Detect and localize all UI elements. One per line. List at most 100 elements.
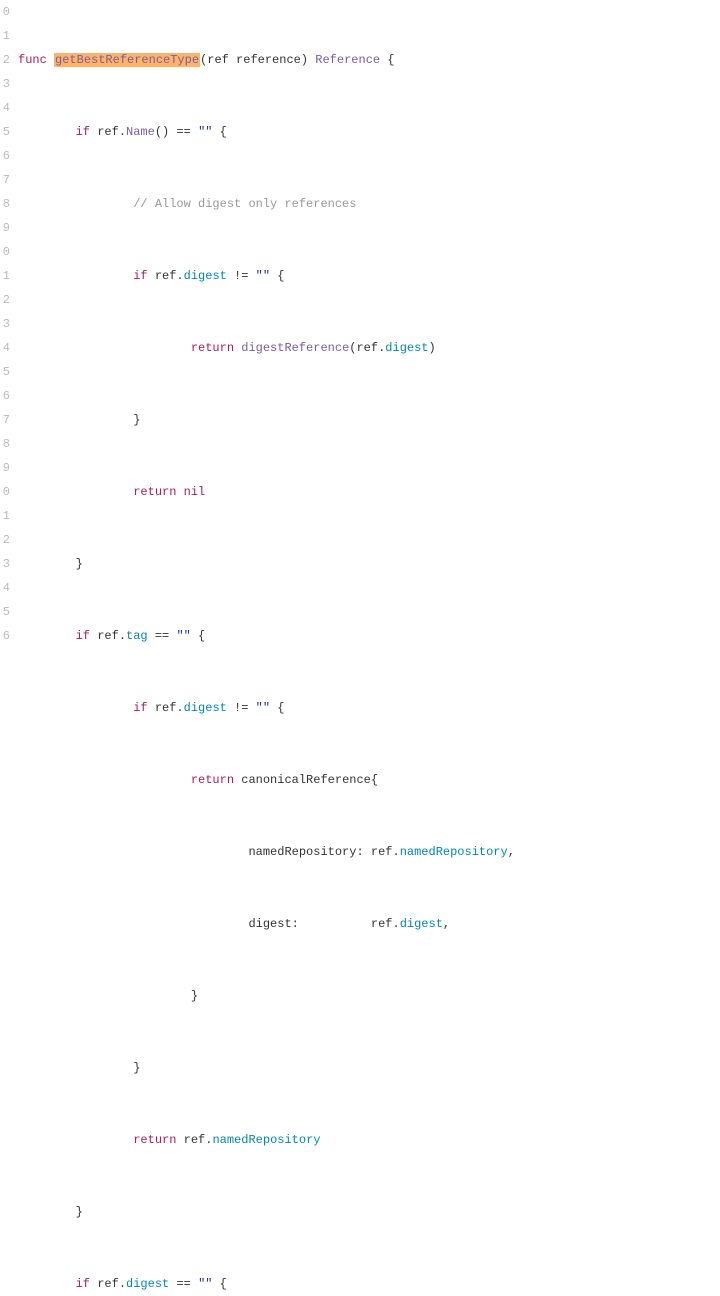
code-line: digest: ref.digest, bbox=[18, 912, 720, 936]
code-line: if ref.digest != "" { bbox=[18, 264, 720, 288]
line-number: 2 bbox=[0, 48, 10, 72]
op: () == bbox=[155, 125, 198, 139]
indent bbox=[18, 773, 191, 787]
ws bbox=[47, 53, 54, 67]
code-line: return digestReference(ref.digest) bbox=[18, 336, 720, 360]
code-line: if ref.tag == "" { bbox=[18, 624, 720, 648]
call-digestReference: digestReference bbox=[241, 341, 349, 355]
comment: // Allow digest only references bbox=[133, 197, 356, 211]
param: ref reference bbox=[207, 53, 301, 67]
code-line: } bbox=[18, 552, 720, 576]
obj: ref. bbox=[155, 701, 184, 715]
brace: { bbox=[212, 1277, 226, 1291]
comma: , bbox=[508, 845, 515, 859]
keyword-if: if bbox=[76, 1277, 90, 1291]
brace: } bbox=[191, 989, 198, 1003]
keyword-if: if bbox=[76, 125, 90, 139]
line-number: 8 bbox=[0, 432, 10, 456]
brace: { bbox=[371, 773, 378, 787]
string-literal: "" bbox=[198, 125, 212, 139]
keyword-func: func bbox=[18, 53, 47, 67]
field-namedRepository: namedRepository bbox=[212, 1133, 320, 1147]
indent bbox=[18, 413, 133, 427]
line-number: 2 bbox=[0, 528, 10, 552]
indent bbox=[18, 917, 248, 931]
indent bbox=[18, 845, 248, 859]
field-tag: tag bbox=[126, 629, 148, 643]
struct-key: namedRepository bbox=[248, 845, 356, 859]
line-number: 0 bbox=[0, 240, 10, 264]
indent bbox=[18, 989, 191, 1003]
brace: } bbox=[76, 557, 83, 571]
brace: { bbox=[380, 53, 394, 67]
brace: } bbox=[133, 1061, 140, 1075]
colon: : bbox=[356, 845, 370, 859]
ws bbox=[176, 1133, 183, 1147]
op: != bbox=[227, 701, 256, 715]
return-type: Reference bbox=[315, 53, 380, 67]
code-line: } bbox=[18, 1200, 720, 1224]
code-line: } bbox=[18, 984, 720, 1008]
line-number: 4 bbox=[0, 96, 10, 120]
ws bbox=[234, 773, 241, 787]
type-canonicalReference: canonicalReference bbox=[241, 773, 371, 787]
string-literal: "" bbox=[256, 269, 270, 283]
code-line: if ref.digest == "" { bbox=[18, 1272, 720, 1296]
function-name-highlight: getBestReferenceType bbox=[54, 53, 200, 67]
line-number: 3 bbox=[0, 72, 10, 96]
code-line: namedRepository: ref.namedRepository, bbox=[18, 840, 720, 864]
code-line: return nil bbox=[18, 480, 720, 504]
indent bbox=[18, 197, 133, 211]
string-literal: "" bbox=[198, 1277, 212, 1291]
ws bbox=[148, 269, 155, 283]
line-number: 7 bbox=[0, 408, 10, 432]
obj: ref. bbox=[97, 1277, 126, 1291]
line-number: 3 bbox=[0, 312, 10, 336]
op: != bbox=[227, 269, 256, 283]
line-number: 7 bbox=[0, 168, 10, 192]
colon: : bbox=[292, 917, 371, 931]
field-digest: digest bbox=[385, 341, 428, 355]
paren-close: ) bbox=[301, 53, 315, 67]
ws bbox=[90, 1277, 97, 1291]
keyword-return: return bbox=[191, 773, 234, 787]
line-number: 1 bbox=[0, 24, 10, 48]
line-number-gutter: 0 1 2 3 4 5 6 7 8 9 0 1 2 3 4 5 6 7 8 9 … bbox=[0, 0, 18, 1296]
line-number: 4 bbox=[0, 336, 10, 360]
op: == bbox=[169, 1277, 198, 1291]
indent bbox=[18, 1277, 76, 1291]
field-namedRepository: namedRepository bbox=[400, 845, 508, 859]
code-line: // Allow digest only references bbox=[18, 192, 720, 216]
indent bbox=[18, 1205, 76, 1219]
obj: ref. bbox=[371, 845, 400, 859]
line-number: 9 bbox=[0, 456, 10, 480]
brace: { bbox=[191, 629, 205, 643]
ws bbox=[148, 701, 155, 715]
line-number: 6 bbox=[0, 144, 10, 168]
line-number: 0 bbox=[0, 0, 10, 24]
code-line: func getBestReferenceType(ref reference)… bbox=[18, 48, 720, 72]
line-number: 1 bbox=[0, 504, 10, 528]
code-line: if ref.Name() == "" { bbox=[18, 120, 720, 144]
indent bbox=[18, 557, 76, 571]
keyword-if: if bbox=[133, 269, 147, 283]
line-number: 3 bbox=[0, 552, 10, 576]
field-digest: digest bbox=[400, 917, 443, 931]
code-line: if ref.digest != "" { bbox=[18, 696, 720, 720]
indent bbox=[18, 485, 133, 499]
indent bbox=[18, 701, 133, 715]
keyword-return: return bbox=[133, 1133, 176, 1147]
line-number: 6 bbox=[0, 384, 10, 408]
field-digest: digest bbox=[184, 269, 227, 283]
keyword-if: if bbox=[76, 629, 90, 643]
obj: ref. bbox=[184, 1133, 213, 1147]
line-number: 0 bbox=[0, 480, 10, 504]
op: == bbox=[148, 629, 177, 643]
string-literal: "" bbox=[176, 629, 190, 643]
string-literal: "" bbox=[256, 701, 270, 715]
line-number: 8 bbox=[0, 192, 10, 216]
brace: { bbox=[270, 701, 284, 715]
code-line: return canonicalReference{ bbox=[18, 768, 720, 792]
line-number: 2 bbox=[0, 288, 10, 312]
code-block: 0 1 2 3 4 5 6 7 8 9 0 1 2 3 4 5 6 7 8 9 … bbox=[0, 0, 720, 1296]
